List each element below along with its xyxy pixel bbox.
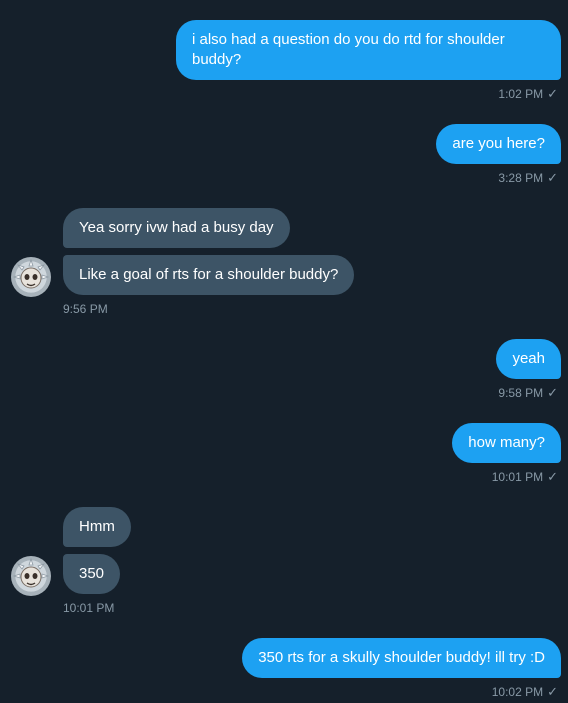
- checkmark-icon: ✓: [547, 170, 558, 185]
- checkmark-icon: ✓: [547, 684, 558, 699]
- checkmark-icon: ✓: [547, 86, 558, 101]
- message-timestamp: 10:01 PM: [63, 601, 114, 615]
- message-timestamp: 9:56 PM: [63, 302, 108, 316]
- received-message[interactable]: 350: [63, 554, 121, 594]
- sent-message[interactable]: 350 rts for a skully shoulder buddy! ill…: [242, 638, 561, 678]
- timestamp-text: 3:28 PM: [498, 171, 544, 185]
- message-timestamp: 1:02 PM ✓: [498, 86, 558, 102]
- timestamp-text: 10:01 PM: [63, 601, 115, 615]
- skull-avatar[interactable]: [11, 257, 51, 297]
- timestamp-text: 10:02 PM: [491, 685, 544, 699]
- received-message[interactable]: Yea sorry ivw had a busy day: [63, 208, 290, 248]
- timestamp-text: 9:58 PM: [498, 386, 544, 400]
- timestamp-text: 9:56 PM: [63, 302, 108, 316]
- message-timestamp: 9:58 PM ✓: [498, 385, 558, 401]
- sent-message[interactable]: how many?: [452, 423, 561, 463]
- sent-message[interactable]: are you here?: [436, 124, 561, 164]
- received-message[interactable]: Like a goal of rts for a shoulder buddy?: [63, 255, 355, 295]
- message-timestamp: 10:02 PM ✓: [491, 684, 558, 700]
- sent-message[interactable]: yeah: [496, 339, 561, 379]
- dm-conversation-thread: i also had a question do you do rtd for …: [0, 0, 568, 703]
- timestamp-text: 10:01 PM: [491, 470, 544, 484]
- sent-message[interactable]: i also had a question do you do rtd for …: [176, 20, 561, 80]
- message-timestamp: 3:28 PM ✓: [498, 170, 558, 186]
- timestamp-text: 1:02 PM: [498, 87, 544, 101]
- message-timestamp: 10:01 PM ✓: [491, 469, 558, 485]
- checkmark-icon: ✓: [547, 469, 558, 484]
- skull-avatar[interactable]: [11, 556, 51, 596]
- checkmark-icon: ✓: [547, 385, 558, 400]
- received-message[interactable]: Hmm: [63, 507, 131, 547]
